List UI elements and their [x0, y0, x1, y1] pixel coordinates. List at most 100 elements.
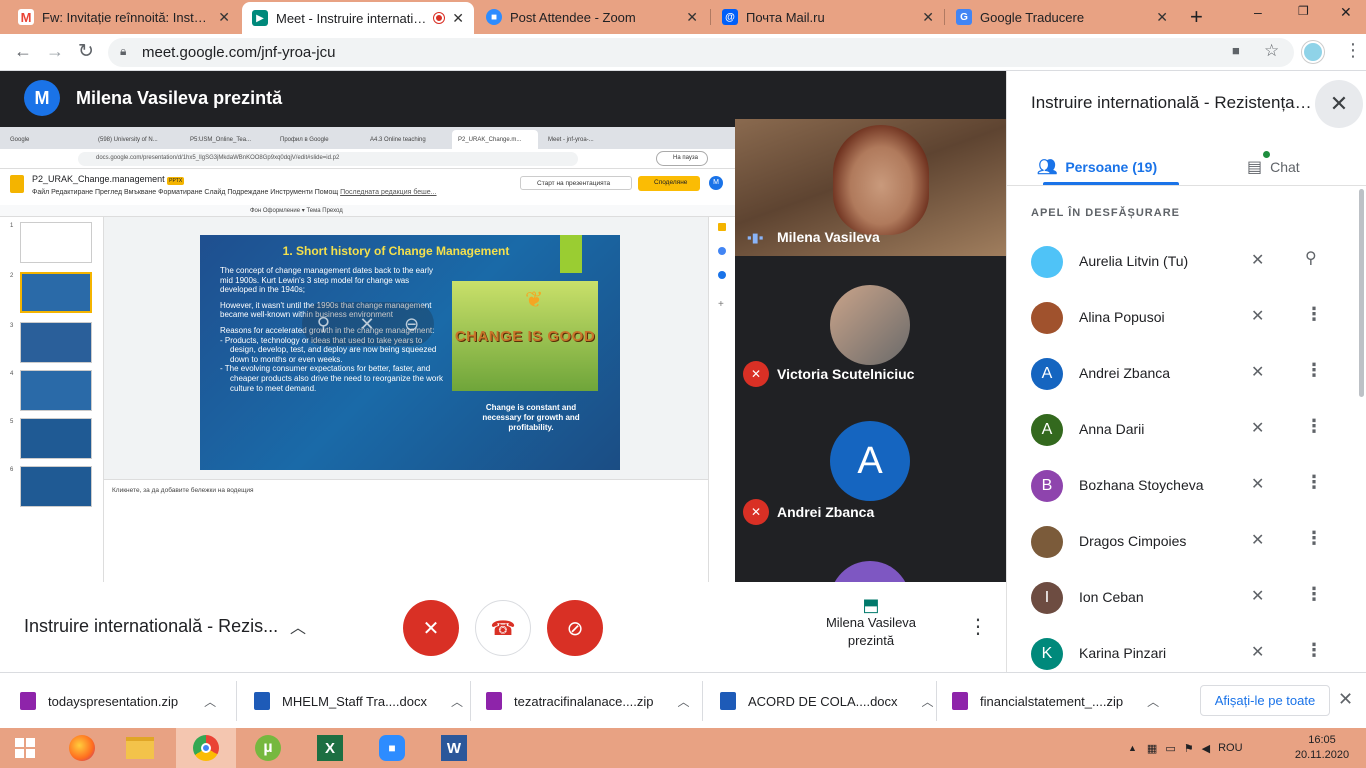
- more-options-icon[interactable]: ⋮: [968, 614, 988, 639]
- more-options-icon[interactable]: ⋮: [1305, 528, 1323, 549]
- participant-row[interactable]: A Andrei Zbanca ✕ ⋮: [1007, 346, 1366, 402]
- pin-icon[interactable]: ⚲: [1305, 248, 1317, 268]
- participant-name: Victoria Scutelniciuc: [777, 366, 915, 382]
- tab-people[interactable]: 👥︎ Persoane (19): [1037, 149, 1157, 185]
- participant-row[interactable]: Alina Popusoi ✕ ⋮: [1007, 290, 1366, 346]
- tray-expand-icon[interactable]: ▲: [1128, 743, 1137, 753]
- browser-tab-gmail[interactable]: M Fw: Invitație reînnoită: Instruire i ✕: [8, 0, 240, 34]
- close-tab-icon[interactable]: ✕: [1156, 9, 1168, 26]
- zoom-icon[interactable]: ■: [364, 728, 420, 768]
- leave-call-button[interactable]: ☎: [475, 600, 531, 656]
- speaker-notes: Кликнете, за да добавите бележки на воде…: [104, 479, 708, 582]
- shared-tab-strip: Google (598) University of N... P5:USM_O…: [0, 127, 735, 149]
- close-tab-icon[interactable]: ✕: [452, 10, 464, 27]
- mic-off-icon: ✕: [743, 361, 769, 387]
- minimize-button[interactable]: –: [1254, 4, 1262, 20]
- close-downloads-icon[interactable]: ✕: [1338, 689, 1353, 710]
- download-item[interactable]: financialstatement_....zip ︿: [952, 673, 1159, 729]
- pin-icon[interactable]: ⚲: [317, 314, 330, 335]
- chevron-up-icon[interactable]: ︿: [1147, 693, 1159, 710]
- chevron-up-icon[interactable]: ︿: [922, 693, 934, 710]
- network-icon[interactable]: ▦: [1147, 742, 1157, 755]
- tab-chat[interactable]: ▤ Chat: [1247, 149, 1300, 185]
- participant-tile-victoria[interactable]: ✕ Victoria Scutelniciuc: [735, 256, 1006, 392]
- reload-icon[interactable]: ↻: [78, 40, 94, 63]
- address-bar[interactable]: 🔒︎ meet.google.com/jnf-yroa-jcu ■ ☆: [108, 38, 1294, 67]
- participant-tile-next[interactable]: [735, 528, 1006, 582]
- participant-video: [833, 125, 929, 235]
- more-options-icon[interactable]: ⋮: [1305, 360, 1323, 381]
- close-window-button[interactable]: ✕: [1340, 4, 1352, 21]
- word-doc-icon: [254, 692, 270, 710]
- close-tab-icon[interactable]: ✕: [922, 9, 934, 26]
- start-icon[interactable]: [0, 728, 50, 768]
- word-icon[interactable]: W: [426, 728, 482, 768]
- zip-archive-icon: [20, 692, 36, 710]
- change-is-good-image: ❦ CHANGE IS GOOD: [452, 281, 598, 391]
- panel-close-button[interactable]: ✕: [1315, 80, 1363, 128]
- download-item[interactable]: MHELM_Staff Tra....docx ︿: [254, 673, 463, 729]
- bookmark-star-icon[interactable]: ☆: [1264, 41, 1279, 61]
- shared-tab: Google: [10, 136, 30, 143]
- new-tab-button[interactable]: +: [1190, 4, 1203, 30]
- profile-avatar[interactable]: [1302, 41, 1324, 63]
- chevron-up-icon[interactable]: ︿: [204, 693, 216, 710]
- more-options-icon[interactable]: ⋮: [1305, 304, 1323, 325]
- chrome-icon[interactable]: [176, 728, 236, 768]
- zip-archive-icon: [486, 692, 502, 710]
- participant-row[interactable]: K Karina Pinzari ✕ ⋮: [1007, 626, 1366, 672]
- slide-thumbnail: [20, 466, 92, 507]
- browser-tab-mailru[interactable]: @ Почта Mail.ru ✕: [712, 0, 944, 34]
- excel-icon[interactable]: X: [302, 728, 358, 768]
- show-all-downloads-button[interactable]: Afișați-le pe toate: [1200, 685, 1330, 716]
- participant-row[interactable]: Aurelia Litvin (Tu) ✕ ⚲: [1007, 234, 1366, 290]
- download-item[interactable]: tezatracifinalanace....zip ︿: [486, 673, 689, 729]
- utorrent-icon[interactable]: µ: [240, 728, 296, 768]
- download-item[interactable]: todayspresentation.zip ︿: [20, 673, 216, 729]
- browser-tab-translate[interactable]: G Google Traducere ✕: [946, 0, 1178, 34]
- more-options-icon[interactable]: ⋮: [1305, 584, 1323, 605]
- chrome-menu-icon[interactable]: ⋮: [1344, 40, 1362, 61]
- chevron-up-icon[interactable]: ︿: [677, 693, 689, 710]
- mic-toggle-button[interactable]: ✕: [403, 600, 459, 656]
- participant-row[interactable]: B Bozhana Stoycheva ✕ ⋮: [1007, 458, 1366, 514]
- browser-tab-meet[interactable]: ▶ Meet - Instruire internationa ✕: [242, 2, 474, 34]
- system-clock[interactable]: 16:05 20.11.2020: [1290, 733, 1354, 763]
- file-explorer-icon[interactable]: [112, 728, 168, 768]
- share-overlay-controls[interactable]: ⚲ ✕ ⊖: [302, 302, 434, 346]
- restore-button[interactable]: ❐: [1298, 4, 1309, 18]
- flag-icon[interactable]: ⚑: [1184, 742, 1194, 755]
- battery-icon[interactable]: ▭: [1165, 742, 1175, 755]
- volume-icon[interactable]: ◀: [1202, 742, 1210, 755]
- participant-tile-andrei[interactable]: A ✕ Andrei Zbanca: [735, 392, 1006, 528]
- participant-row[interactable]: Dragos Cimpoies ✕ ⋮: [1007, 514, 1366, 570]
- close-tab-icon[interactable]: ✕: [686, 9, 698, 26]
- more-options-icon[interactable]: ⋮: [1305, 472, 1323, 493]
- more-options-icon[interactable]: ⋮: [1305, 416, 1323, 437]
- participant-photo-avatar: [1031, 246, 1063, 278]
- firefox-icon[interactable]: [54, 728, 110, 768]
- camera-toggle-button[interactable]: ⊘: [547, 600, 603, 656]
- close-tab-icon[interactable]: ✕: [218, 9, 230, 26]
- keep-icon: [718, 223, 726, 231]
- chevron-up-icon[interactable]: ︿: [290, 614, 306, 638]
- forward-arrow-icon[interactable]: →: [46, 41, 64, 62]
- meeting-name[interactable]: Instruire internatională - Rezis...: [24, 616, 278, 637]
- remove-icon[interactable]: ⊖: [404, 314, 419, 335]
- mute-icon[interactable]: ✕: [359, 314, 374, 335]
- back-arrow-icon[interactable]: ←: [14, 41, 32, 62]
- participant-tile-milena[interactable]: ▪▮▪ Milena Vasileva: [735, 119, 1006, 256]
- zoom-icon: ■: [486, 9, 502, 25]
- add-icon: +: [718, 299, 724, 310]
- more-options-icon[interactable]: ⋮: [1305, 640, 1323, 661]
- chevron-up-icon[interactable]: ︿: [451, 693, 463, 710]
- language-indicator[interactable]: ROU: [1218, 742, 1242, 754]
- camera-icon[interactable]: ■: [1232, 43, 1240, 58]
- participant-row[interactable]: I Ion Ceban ✕ ⋮: [1007, 570, 1366, 626]
- presenting-button[interactable]: ⬒ Milena Vasileva prezintă: [816, 596, 926, 650]
- participant-row[interactable]: A Anna Darii ✕ ⋮: [1007, 402, 1366, 458]
- browser-tab-zoom[interactable]: ■ Post Attendee - Zoom ✕: [476, 0, 708, 34]
- slides-logo-icon: [10, 175, 24, 193]
- slide-canvas: 1. Short history of Change Management Th…: [104, 217, 708, 479]
- download-item[interactable]: ACORD DE COLA....docx ︿: [720, 673, 934, 729]
